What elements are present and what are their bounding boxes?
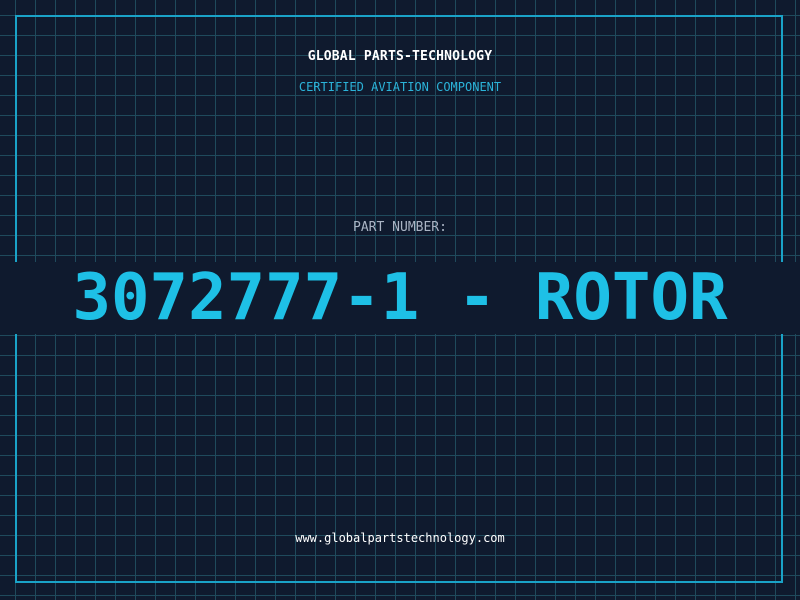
tagline: CERTIFIED AVIATION COMPONENT (298, 80, 502, 94)
certificate-canvas: GLOBAL PARTS-TECHNOLOGY CERTIFIED AVIATI… (0, 0, 800, 600)
website-url: www.globalpartstechnology.com (295, 531, 505, 545)
part-number-label: PART NUMBER: (353, 220, 447, 235)
company-name: GLOBAL PARTS-TECHNOLOGY (307, 49, 493, 64)
part-number-value: 3072777-1 - ROTOR (72, 261, 728, 335)
